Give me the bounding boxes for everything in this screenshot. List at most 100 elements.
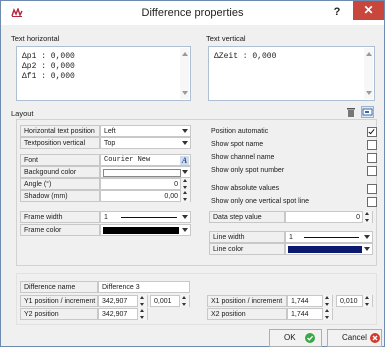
x1-increment-input[interactable]: 0,010 [336, 295, 373, 307]
background-color-swatch [103, 169, 181, 177]
font-icon[interactable]: A [180, 156, 189, 165]
data-step-value-input[interactable]: 0 [285, 211, 373, 223]
show-absolute-values-label: Show absolute values [211, 185, 280, 192]
text-vertical-scrollbar[interactable] [364, 48, 373, 99]
show-spot-name-label: Show spot name [211, 141, 264, 148]
y1-position-input[interactable]: 342,907 [98, 295, 148, 307]
x1-position-label: X1 position / increment [207, 295, 287, 307]
cancel-button[interactable]: Cancel [327, 329, 382, 347]
y2-position-value: 342,907 [102, 311, 128, 318]
chevron-down-icon [182, 129, 188, 133]
scroll-down-icon[interactable] [366, 91, 372, 95]
chevron-down-icon [364, 247, 370, 251]
background-color-label: Backgound color [20, 166, 100, 178]
text-vertical-label: Text vertical [206, 34, 246, 43]
y1-increment-spinner[interactable] [179, 295, 189, 307]
y1-position-spinner[interactable] [137, 295, 147, 307]
scroll-down-icon[interactable] [182, 91, 188, 95]
close-button[interactable]: ✕ [353, 1, 384, 20]
data-step-spinner[interactable] [362, 211, 372, 223]
show-absolute-values-checkbox[interactable] [367, 184, 377, 194]
ok-button[interactable]: OK [269, 329, 322, 347]
y1-increment-input[interactable]: 0,001 [150, 295, 190, 307]
frame-color-swatch [103, 227, 179, 234]
show-only-spot-number-checkbox[interactable] [367, 166, 377, 176]
y1-position-value: 342,907 [102, 298, 128, 305]
show-channel-name-checkbox[interactable] [367, 153, 377, 163]
difference-name-label: Difference name [20, 281, 98, 293]
x1-position-value: 1,744 [291, 298, 309, 305]
text-vertical-editor[interactable]: ΔZeit : 0,000 [208, 46, 375, 101]
show-only-one-vertical-spot-line-checkbox[interactable] [367, 197, 377, 207]
show-spot-name-checkbox[interactable] [367, 140, 377, 150]
frame-width-value: 1 [104, 214, 108, 221]
horizontal-text-position-label: Horizontal text position [20, 125, 100, 137]
difference-name-input[interactable]: Difference 3 [98, 281, 190, 293]
shadow-spinner[interactable] [180, 190, 190, 202]
frame-width-label: Frame width [20, 211, 100, 223]
chevron-down-icon [182, 215, 188, 219]
cancel-circle-icon [370, 333, 380, 343]
textposition-vertical-select[interactable]: Top [100, 137, 191, 149]
position-automatic-label: Position automatic [211, 128, 269, 135]
x1-position-input[interactable]: 1,744 [287, 295, 333, 307]
x1-increment-value: 0,010 [340, 298, 358, 305]
text-horizontal-scrollbar[interactable] [180, 48, 189, 99]
window-title: Difference properties [141, 7, 244, 19]
difference-name-value: Difference 3 [102, 284, 140, 291]
line-width-label: Line width [209, 231, 285, 243]
text-horizontal-line: Δp1 : 0,000 [22, 52, 75, 61]
show-only-spot-number-label: Show only spot number [211, 167, 285, 174]
frame-color-label: Frame color [20, 224, 100, 236]
scroll-up-icon[interactable] [366, 52, 372, 56]
layout-label: Layout [11, 109, 34, 118]
layout-template-icon[interactable] [361, 106, 374, 118]
y1-position-label: Y1 position / increment [20, 295, 98, 307]
background-color-picker[interactable] [100, 166, 191, 178]
line-color-label: Line color [209, 243, 285, 255]
font-label: Font [20, 154, 100, 166]
text-horizontal-line: Δf1 : 0,000 [22, 72, 75, 81]
text-horizontal-label: Text horizontal [11, 34, 60, 43]
text-horizontal-editor[interactable]: Δp1 : 0,000 Δp2 : 0,000 Δf1 : 0,000 [16, 46, 191, 101]
x1-increment-spinner[interactable] [362, 295, 372, 307]
shadow-value: 0,00 [164, 193, 178, 200]
line-color-picker[interactable] [285, 243, 373, 255]
text-vertical-line: ΔZeit : 0,000 [214, 52, 277, 61]
position-automatic-checkbox[interactable] [367, 127, 377, 137]
cancel-button-label: Cancel [342, 333, 367, 342]
frame-width-select[interactable]: 1 [100, 211, 191, 223]
scroll-up-icon[interactable] [182, 52, 188, 56]
angle-label: Angle (°) [20, 178, 100, 190]
trash-icon[interactable] [346, 106, 356, 118]
data-step-value-value: 0 [356, 214, 360, 221]
frame-color-picker[interactable] [100, 224, 191, 236]
y1-increment-value: 0,001 [154, 298, 172, 305]
horizontal-text-position-select[interactable]: Left [100, 125, 191, 137]
angle-input[interactable]: 0 [100, 178, 191, 190]
textposition-vertical-value: Top [104, 140, 116, 147]
text-horizontal-line: Δp2 : 0,000 [22, 62, 75, 71]
help-button[interactable]: ? [330, 3, 344, 21]
line-width-preview [304, 237, 359, 238]
y2-position-input[interactable]: 342,907 [98, 308, 148, 320]
data-step-value-label: Data step value [209, 211, 285, 223]
chevron-down-icon [364, 235, 370, 239]
shadow-input[interactable]: 0,00 [100, 190, 191, 202]
x2-position-label: X2 position [207, 308, 287, 320]
show-channel-name-label: Show channel name [211, 154, 275, 161]
line-width-select[interactable]: 1 [285, 231, 373, 243]
x2-position-value: 1,744 [291, 311, 309, 318]
frame-width-line-preview [121, 217, 177, 218]
font-field[interactable]: Courier New A [100, 154, 191, 166]
x2-position-spinner[interactable] [322, 308, 332, 320]
x2-position-input[interactable]: 1,744 [287, 308, 333, 320]
y2-position-label: Y2 position [20, 308, 98, 320]
show-only-one-vertical-spot-line-label: Show only one vertical spot line [211, 198, 310, 205]
angle-spinner[interactable] [180, 178, 190, 190]
chevron-down-icon [182, 170, 188, 174]
y2-position-spinner[interactable] [137, 308, 147, 320]
x1-position-spinner[interactable] [322, 295, 332, 307]
line-color-swatch [288, 246, 362, 253]
line-width-value: 1 [289, 234, 293, 241]
